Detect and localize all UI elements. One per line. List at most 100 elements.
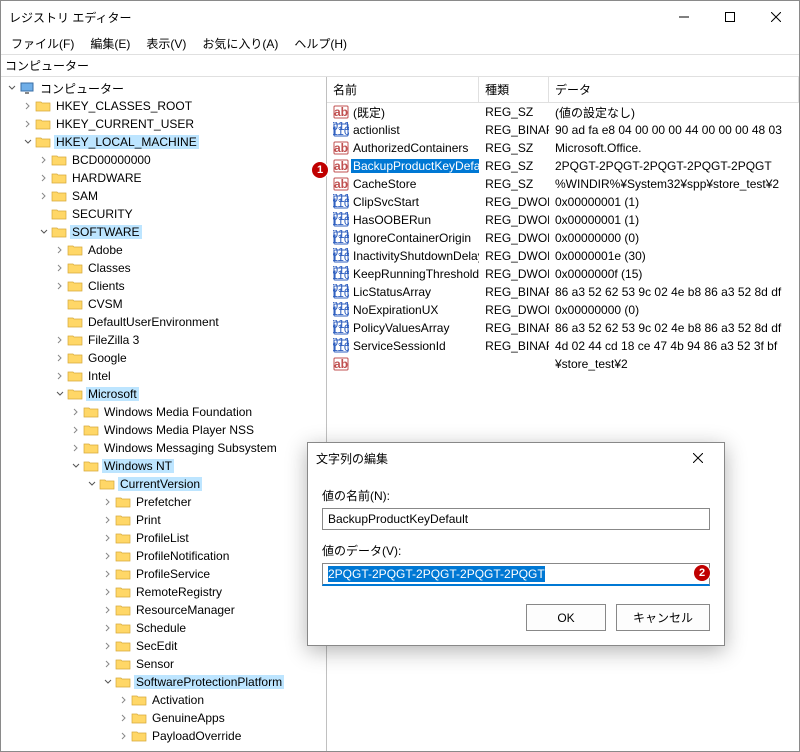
value-row[interactable]: ab¥store_test¥2 (327, 355, 799, 373)
menu-view[interactable]: 表示(V) (140, 33, 192, 54)
chevron-icon[interactable] (85, 477, 99, 491)
tree-item[interactable]: RemoteRegistry (1, 583, 326, 601)
tree-item[interactable]: SAM (1, 187, 326, 205)
tree-item[interactable]: Sensor (1, 655, 326, 673)
chevron-icon[interactable] (101, 567, 115, 581)
chevron-icon[interactable] (69, 441, 83, 455)
chevron-icon[interactable] (69, 459, 83, 473)
tree-item[interactable]: ResourceManager (1, 601, 326, 619)
tree-item[interactable]: BCD00000000 (1, 151, 326, 169)
chevron-icon[interactable] (101, 495, 115, 509)
tree-item[interactable]: HARDWARE (1, 169, 326, 187)
tree-item[interactable]: Clients (1, 277, 326, 295)
chevron-icon[interactable] (101, 585, 115, 599)
value-name-input[interactable]: BackupProductKeyDefault (322, 508, 710, 530)
tree-item[interactable]: コンピューター (1, 79, 326, 97)
chevron-icon[interactable] (101, 531, 115, 545)
tree-item[interactable]: Windows Media Foundation (1, 403, 326, 421)
tree-item[interactable]: CVSM (1, 295, 326, 313)
dialog-close-button[interactable] (680, 443, 716, 473)
tree-item[interactable]: Prefetcher (1, 493, 326, 511)
value-row[interactable]: 011110NoExpirationUXREG_DWORD0x00000000 … (327, 301, 799, 319)
menu-edit[interactable]: 編集(E) (84, 33, 136, 54)
chevron-icon[interactable] (53, 369, 67, 383)
chevron-icon[interactable] (53, 243, 67, 257)
chevron-icon[interactable] (37, 225, 51, 239)
value-row[interactable]: 011110IgnoreContainerOriginREG_DWORD0x00… (327, 229, 799, 247)
chevron-icon[interactable] (37, 171, 51, 185)
col-header-data[interactable]: データ (549, 77, 799, 102)
value-row[interactable]: abAuthorizedContainersREG_SZMicrosoft.Of… (327, 139, 799, 157)
tree-panel[interactable]: コンピューターHKEY_CLASSES_ROOTHKEY_CURRENT_USE… (1, 77, 327, 751)
tree-item[interactable]: GenuineApps (1, 709, 326, 727)
menu-file[interactable]: ファイル(F) (5, 33, 80, 54)
chevron-icon[interactable] (37, 189, 51, 203)
maximize-button[interactable] (707, 1, 753, 33)
chevron-icon[interactable] (101, 675, 115, 689)
tree-item[interactable]: Activation (1, 691, 326, 709)
tree-item[interactable]: Windows NT (1, 457, 326, 475)
tree-item[interactable]: Intel (1, 367, 326, 385)
chevron-icon[interactable] (53, 279, 67, 293)
value-row[interactable]: 011110KeepRunningThresholdMinsREG_DWORD0… (327, 265, 799, 283)
tree-item[interactable]: Print (1, 511, 326, 529)
menu-help[interactable]: ヘルプ(H) (288, 33, 353, 54)
chevron-icon[interactable] (117, 711, 131, 725)
chevron-icon[interactable] (69, 405, 83, 419)
chevron-icon[interactable] (117, 729, 131, 743)
chevron-icon[interactable] (53, 261, 67, 275)
close-button[interactable] (753, 1, 799, 33)
chevron-icon[interactable] (101, 657, 115, 671)
col-header-type[interactable]: 種類 (479, 77, 549, 102)
tree-item[interactable]: HKEY_LOCAL_MACHINE (1, 133, 326, 151)
tree-item[interactable]: HKEY_CLASSES_ROOT (1, 97, 326, 115)
tree-item[interactable]: Google (1, 349, 326, 367)
value-row[interactable]: 011110ServiceSessionIdREG_BINARY4d 02 44… (327, 337, 799, 355)
tree-item[interactable]: Windows Media Player NSS (1, 421, 326, 439)
tree-item[interactable]: SECURITY (1, 205, 326, 223)
menu-favorites[interactable]: お気に入り(A) (196, 33, 284, 54)
value-row[interactable]: 011110ClipSvcStartREG_DWORD0x00000001 (1… (327, 193, 799, 211)
tree-item[interactable]: ProfileList (1, 529, 326, 547)
value-row[interactable]: abBackupProductKeyDefaultREG_SZ2PQGT-2PQ… (327, 157, 799, 175)
tree-item[interactable]: ProfileService (1, 565, 326, 583)
chevron-icon[interactable] (53, 351, 67, 365)
tree-item[interactable]: Schedule (1, 619, 326, 637)
value-data-input[interactable]: 2PQGT-2PQGT-2PQGT-2PQGT-2PQGT 2 (322, 563, 710, 586)
tree-item[interactable]: Classes (1, 259, 326, 277)
chevron-icon[interactable] (5, 81, 19, 95)
tree-item[interactable]: SOFTWARE (1, 223, 326, 241)
chevron-icon[interactable] (101, 621, 115, 635)
chevron-icon[interactable] (53, 387, 67, 401)
value-row[interactable]: ab(既定)REG_SZ(値の設定なし) (327, 103, 799, 121)
value-row[interactable]: 011110actionlistREG_BINARY90 ad fa e8 04… (327, 121, 799, 139)
minimize-button[interactable] (661, 1, 707, 33)
chevron-icon[interactable] (21, 99, 35, 113)
col-header-name[interactable]: 名前 (327, 77, 479, 102)
tree-item[interactable]: Windows Messaging Subsystem (1, 439, 326, 457)
chevron-icon[interactable] (101, 603, 115, 617)
chevron-icon[interactable] (101, 639, 115, 653)
address-bar[interactable]: コンピューター (1, 55, 799, 77)
tree-item[interactable]: Microsoft (1, 385, 326, 403)
value-row[interactable]: 011110PolicyValuesArrayREG_BINARY86 a3 5… (327, 319, 799, 337)
chevron-icon[interactable] (21, 117, 35, 131)
chevron-icon[interactable] (101, 513, 115, 527)
chevron-icon[interactable] (21, 135, 35, 149)
tree-item[interactable]: CurrentVersion (1, 475, 326, 493)
tree-item[interactable]: Adobe (1, 241, 326, 259)
value-row[interactable]: abCacheStoreREG_SZ%WINDIR%¥System32¥spp¥… (327, 175, 799, 193)
tree-item[interactable]: PayloadOverride (1, 727, 326, 745)
tree-item[interactable]: FileZilla 3 (1, 331, 326, 349)
chevron-icon[interactable] (37, 153, 51, 167)
chevron-icon[interactable] (69, 423, 83, 437)
cancel-button[interactable]: キャンセル (616, 604, 710, 631)
values-panel[interactable]: 名前 種類 データ ab(既定)REG_SZ(値の設定なし)011110acti… (327, 77, 799, 751)
chevron-icon[interactable] (117, 693, 131, 707)
value-row[interactable]: 011110InactivityShutdownDelayREG_DWORD0x… (327, 247, 799, 265)
tree-item[interactable]: SoftwareProtectionPlatform (1, 673, 326, 691)
tree-item[interactable]: HKEY_CURRENT_USER (1, 115, 326, 133)
value-row[interactable]: 011110LicStatusArrayREG_BINARY86 a3 52 6… (327, 283, 799, 301)
tree-item[interactable]: SecEdit (1, 637, 326, 655)
tree-item[interactable]: ProfileNotification (1, 547, 326, 565)
